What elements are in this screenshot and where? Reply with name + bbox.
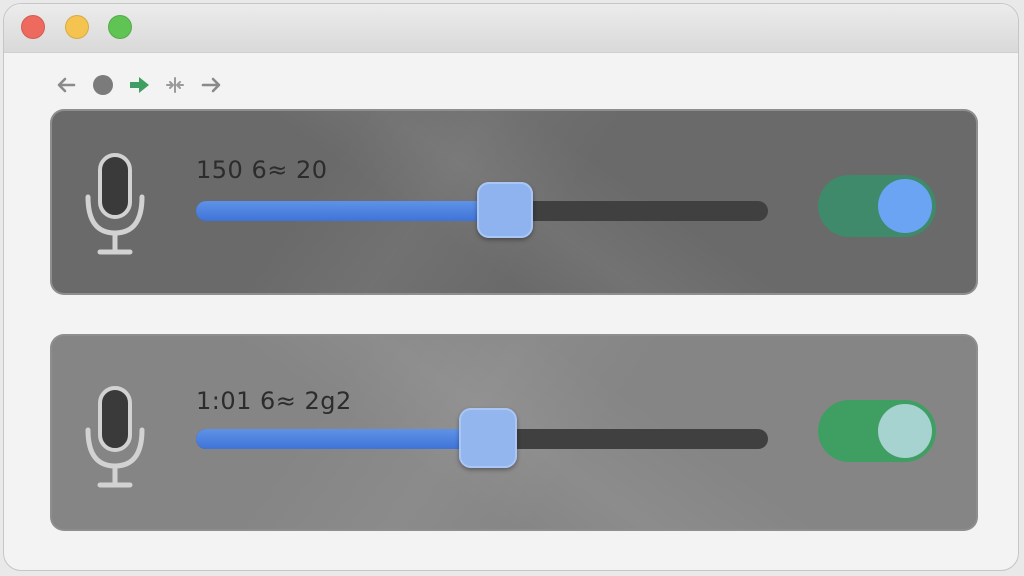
- slider-fill: [196, 429, 488, 449]
- slider-fill: [196, 201, 505, 221]
- minimize-button[interactable]: [65, 15, 89, 39]
- microphone-icon: [80, 384, 150, 494]
- close-button[interactable]: [21, 15, 45, 39]
- next-arrow-icon[interactable]: [198, 72, 224, 98]
- channel-toggle[interactable]: [818, 175, 936, 237]
- toolbar: [54, 70, 224, 100]
- app-window: 150 6≈ 20 1:01 6≈ 2g2: [3, 3, 1019, 571]
- toggle-knob[interactable]: [878, 179, 932, 233]
- volume-slider[interactable]: [196, 408, 768, 468]
- level-readout: 150 6≈ 20: [196, 156, 328, 184]
- level-readout: 1:01 6≈ 2g2: [196, 387, 352, 415]
- slider-thumb[interactable]: [458, 408, 517, 468]
- slider-thumb[interactable]: [476, 182, 533, 238]
- channel-toggle[interactable]: [818, 400, 936, 462]
- microphone-icon: [80, 151, 150, 261]
- volume-slider[interactable]: [196, 182, 768, 238]
- zoom-button[interactable]: [108, 15, 132, 39]
- channel-panel-1: 150 6≈ 20: [50, 109, 978, 295]
- back-arrow-icon[interactable]: [54, 72, 80, 98]
- forward-arrow-icon[interactable]: [126, 72, 152, 98]
- record-dot-icon[interactable]: [90, 72, 116, 98]
- split-icon[interactable]: [162, 72, 188, 98]
- toggle-knob[interactable]: [878, 404, 932, 458]
- title-bar: [4, 4, 1018, 53]
- channel-panel-2: 1:01 6≈ 2g2: [50, 334, 978, 531]
